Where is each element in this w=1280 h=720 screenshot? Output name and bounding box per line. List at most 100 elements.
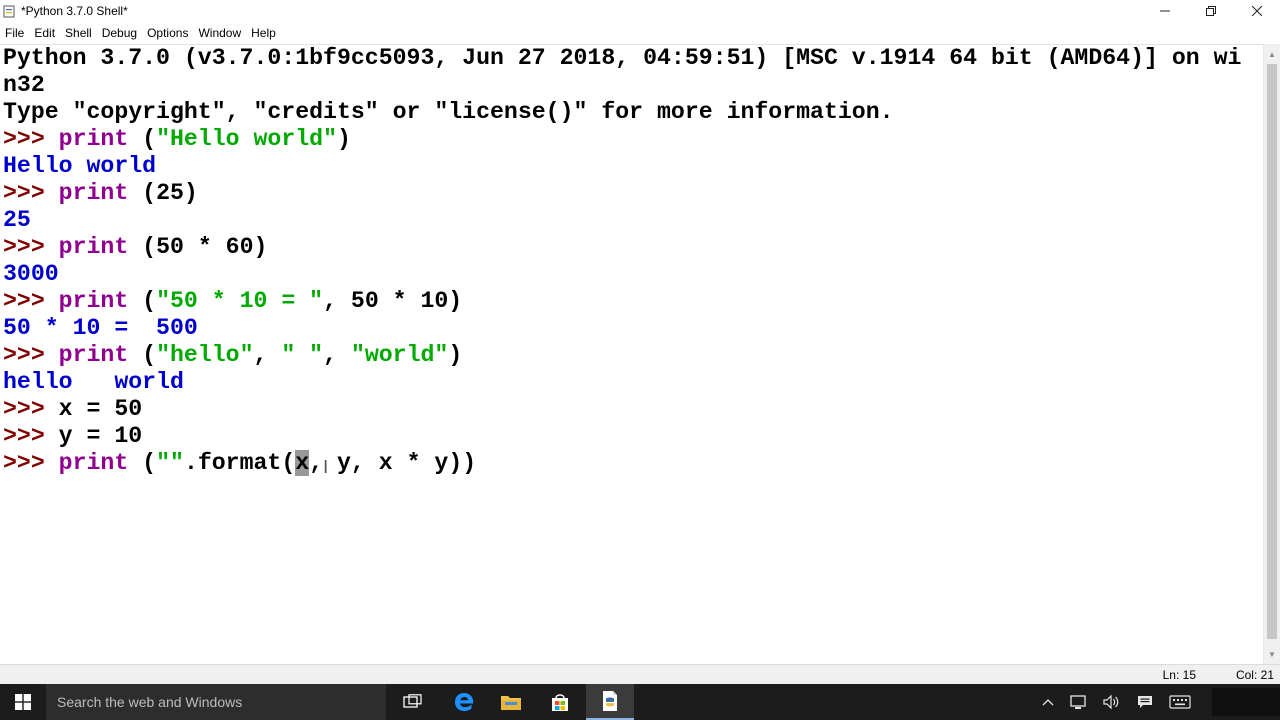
search-placeholder: Search the web and Windows — [57, 694, 243, 710]
selected-text[interactable]: x — [295, 450, 310, 476]
shell-prompt: >>> — [3, 234, 59, 260]
shell-input-line: >>> print (25) — [3, 180, 198, 207]
shell-output-line: Hello world — [3, 153, 157, 179]
shell-input-line: >>> y = 10 — [3, 423, 142, 450]
shell-output-line: 3000 — [3, 261, 59, 287]
task-view-icon — [403, 694, 422, 708]
status-line-number: Ln: 15 — [1162, 668, 1196, 682]
windows-start-icon — [15, 694, 31, 710]
shell-prompt: >>> — [3, 423, 59, 449]
menu-edit[interactable]: Edit — [29, 23, 60, 43]
volume-tray-button[interactable] — [1098, 684, 1124, 720]
code-text: .format( — [183, 450, 296, 476]
shell-input-line: >>> print ("Hello world") — [3, 126, 351, 153]
window-title: *Python 3.7.0 Shell* — [21, 4, 128, 18]
string-literal: "Hello world" — [156, 126, 337, 152]
task-view-button[interactable] — [389, 684, 437, 720]
shell-prompt: >>> — [3, 450, 59, 476]
code-text: (25) — [128, 180, 198, 206]
string-literal: "" — [156, 450, 184, 476]
code-text: x = 50 — [58, 396, 143, 422]
string-literal: "50 * 10 = " — [156, 288, 324, 314]
close-button[interactable] — [1234, 0, 1280, 22]
store-button[interactable] — [536, 684, 584, 720]
code-text: ) — [337, 126, 351, 152]
keyword-print: print — [58, 180, 129, 206]
notification-icon — [1138, 696, 1152, 708]
code-text: , y, x * y)) — [309, 450, 477, 476]
python-idle-icon — [603, 691, 617, 711]
start-button[interactable] — [0, 684, 46, 720]
keyword-print: print — [58, 450, 129, 476]
shell-prompt: >>> — [3, 126, 59, 152]
code-text: ( — [128, 126, 157, 152]
python-app-icon[interactable] — [2, 4, 16, 18]
keyword-print: print — [58, 126, 129, 152]
touch-keyboard-button[interactable] — [1166, 684, 1194, 720]
code-text: (50 * 60) — [128, 234, 268, 260]
code-text: ) — [448, 342, 463, 368]
action-center-button[interactable] — [1132, 684, 1158, 720]
file-explorer-icon — [501, 696, 521, 710]
shell-text-area[interactable]: Python 3.7.0 (v3.7.0:1bf9cc5093, Jun 27 … — [0, 44, 1264, 665]
code-text: ( — [128, 450, 157, 476]
text-cursor-icon: I — [323, 457, 329, 478]
python-idle-taskbar-button[interactable] — [586, 684, 634, 720]
code-text: ( — [128, 288, 157, 314]
banner-line: n32 — [3, 72, 45, 98]
taskbar-search-box[interactable]: Search the web and Windows — [46, 684, 386, 720]
menu-window[interactable]: Window — [193, 23, 246, 43]
network-icon — [1070, 695, 1086, 709]
shell-current-input-line[interactable]: >>> print ("".format(x, y, x * y)) — [3, 450, 476, 477]
shell-output-line: hello world — [3, 369, 184, 395]
shell-output-line: 50 * 10 = 500 — [3, 315, 198, 341]
restore-icon — [1206, 6, 1216, 16]
close-icon — [1252, 6, 1262, 16]
shell-prompt: >>> — [3, 288, 59, 314]
code-text: , — [323, 342, 351, 368]
store-icon — [552, 694, 568, 711]
shell-prompt: >>> — [3, 396, 59, 422]
shell-prompt: >>> — [3, 180, 59, 206]
clock-area[interactable] — [1212, 688, 1280, 716]
scroll-up-icon[interactable]: ▲ — [1264, 46, 1280, 62]
edge-icon — [455, 693, 474, 711]
vertical-scrollbar[interactable]: ▲ ▼ — [1263, 44, 1280, 664]
menu-file[interactable]: File — [0, 23, 29, 43]
code-text: y = 10 — [58, 423, 143, 449]
keyword-print: print — [58, 342, 129, 368]
shell-input-line: >>> x = 50 — [3, 396, 142, 423]
code-text: ( — [128, 342, 157, 368]
menu-help[interactable]: Help — [246, 23, 281, 43]
file-explorer-button[interactable] — [487, 684, 535, 720]
menu-debug[interactable]: Debug — [97, 23, 142, 43]
string-literal: "hello" — [156, 342, 254, 368]
string-literal: " " — [281, 342, 324, 368]
chevron-up-icon — [1042, 699, 1054, 706]
title-bar: *Python 3.7.0 Shell* — [0, 0, 1280, 22]
shell-output-line: 25 — [3, 207, 31, 233]
volume-icon — [1103, 694, 1119, 710]
keyword-print: print — [58, 234, 129, 260]
show-hidden-icons-button[interactable] — [1036, 684, 1060, 720]
banner-line: Type "copyright", "credits" or "license(… — [3, 99, 894, 125]
keyboard-icon — [1169, 695, 1191, 709]
banner-line: Python 3.7.0 (v3.7.0:1bf9cc5093, Jun 27 … — [3, 45, 1242, 71]
minimize-button[interactable] — [1142, 0, 1188, 22]
scroll-down-icon[interactable]: ▼ — [1264, 646, 1280, 662]
maximize-button[interactable] — [1188, 0, 1234, 22]
edge-button[interactable] — [440, 684, 488, 720]
string-literal: "world" — [350, 342, 449, 368]
windows-taskbar: Search the web and Windows — [0, 684, 1280, 720]
keyword-print: print — [58, 288, 129, 314]
status-column-number: Col: 21 — [1235, 668, 1274, 682]
menu-shell[interactable]: Shell — [60, 23, 97, 43]
scrollbar-thumb[interactable] — [1267, 64, 1277, 639]
status-bar: Ln: 15 Col: 21 — [0, 664, 1280, 685]
minimize-icon — [1160, 10, 1170, 12]
code-text: , — [253, 342, 282, 368]
menu-options[interactable]: Options — [142, 23, 193, 43]
shell-input-line: >>> print (50 * 60) — [3, 234, 267, 261]
shell-prompt: >>> — [3, 342, 59, 368]
network-tray-button[interactable] — [1066, 684, 1092, 720]
